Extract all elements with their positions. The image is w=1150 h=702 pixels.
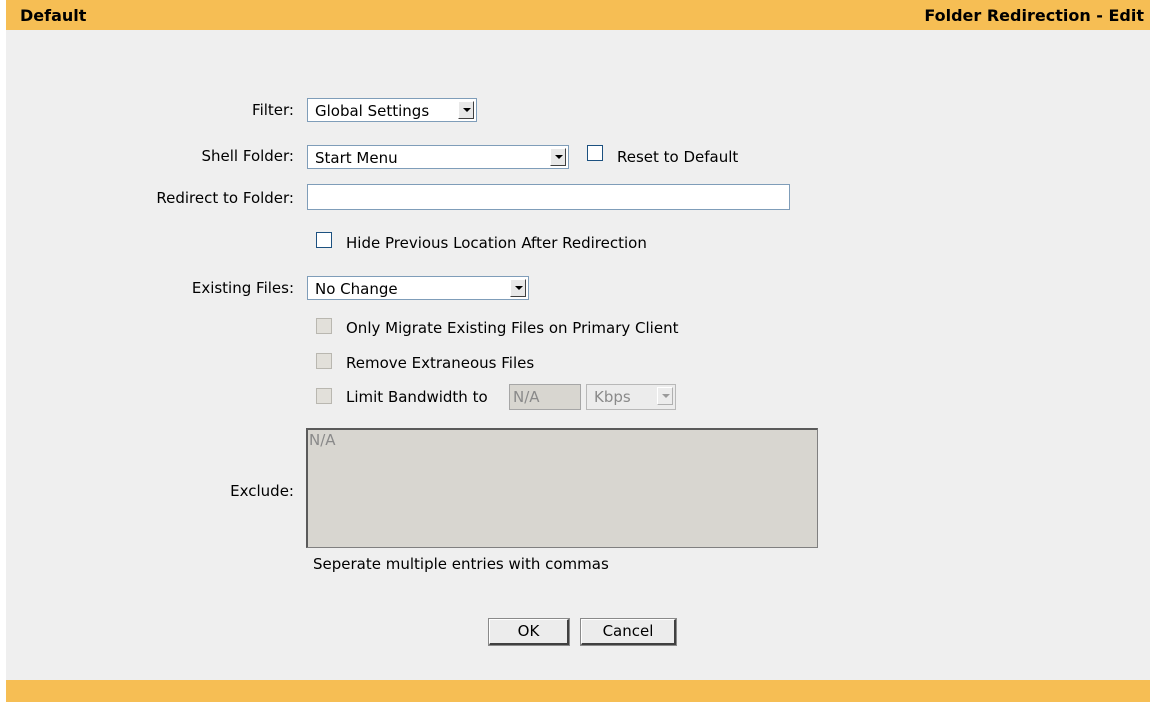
existing-files-select[interactable]: No Change [307,276,529,300]
chevron-down-icon[interactable] [657,387,673,405]
shell-folder-select[interactable]: Start Menu [307,145,569,169]
chevron-down-icon[interactable] [510,279,526,297]
exclude-value: N/A [309,431,336,449]
bandwidth-input[interactable]: N/A [509,384,581,410]
bandwidth-unit-select[interactable]: Kbps [586,384,676,410]
hide-previous-label: Hide Previous Location After Redirection [346,234,647,252]
cancel-button[interactable]: Cancel [580,618,677,646]
bandwidth-value: N/A [513,388,540,406]
reset-to-default-label: Reset to Default [617,148,739,166]
only-migrate-label: Only Migrate Existing Files on Primary C… [346,319,679,337]
remove-extraneous-label: Remove Extraneous Files [346,354,535,372]
filter-select[interactable]: Global Settings [307,98,477,122]
chevron-down-icon[interactable] [550,148,566,166]
limit-bandwidth-label: Limit Bandwidth to [346,388,488,406]
chevron-down-icon[interactable] [458,101,474,119]
redirect-folder-input[interactable] [307,184,790,210]
existing-files-value: No Change [315,280,398,298]
shell-folder-label: Shell Folder: [201,147,294,165]
redirect-label: Redirect to Folder: [156,189,294,207]
dialog: Default Folder Redirection - Edit Filter… [0,0,1150,702]
remove-extraneous-checkbox[interactable] [316,353,332,369]
only-migrate-checkbox[interactable] [316,318,332,334]
title-bar: Default Folder Redirection - Edit [6,0,1150,30]
exclude-label: Exclude: [230,482,294,500]
bandwidth-unit-value: Kbps [594,388,631,406]
limit-bandwidth-checkbox[interactable] [316,388,332,404]
filter-label: Filter: [252,101,294,119]
exclude-textarea[interactable]: N/A [306,428,818,548]
ok-button[interactable]: OK [488,618,570,646]
title-right: Folder Redirection - Edit [924,6,1144,25]
bottom-bar [6,680,1150,702]
existing-files-label: Existing Files: [191,279,294,297]
reset-to-default-checkbox[interactable] [587,145,603,161]
exclude-hint: Seperate multiple entries with commas [313,555,609,573]
filter-value: Global Settings [315,102,430,120]
hide-previous-checkbox[interactable] [316,232,332,248]
title-left: Default [20,6,87,25]
shell-folder-value: Start Menu [315,149,398,167]
